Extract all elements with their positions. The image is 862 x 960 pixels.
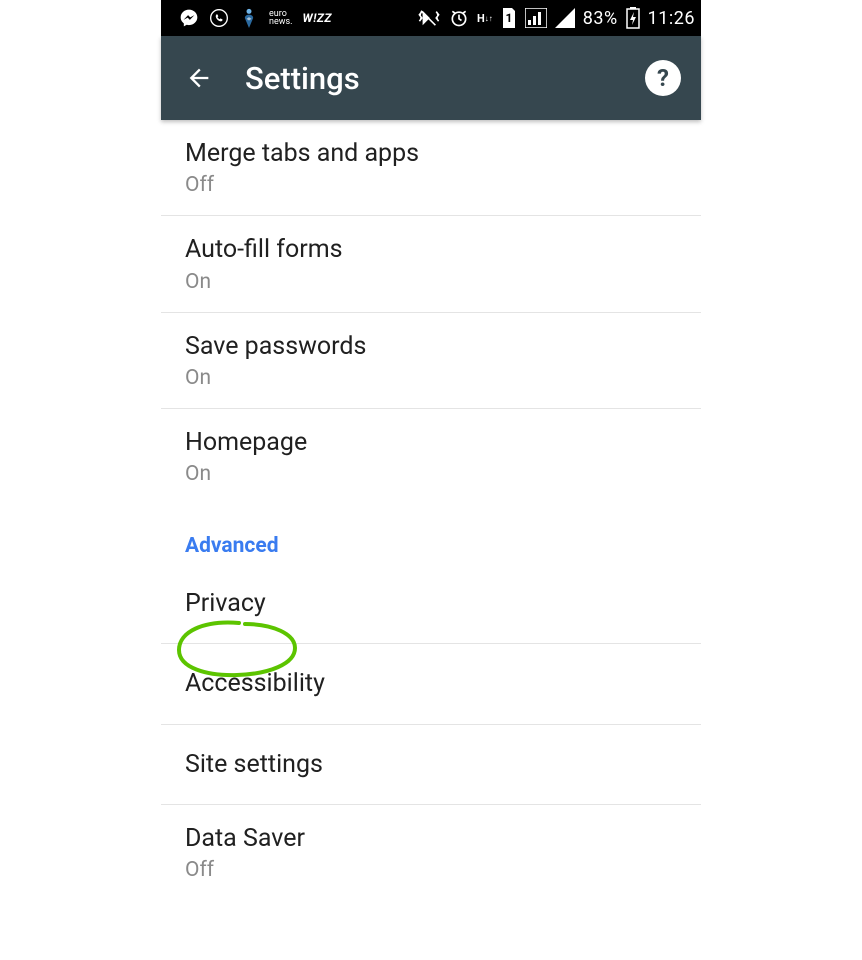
- setting-title: Site settings: [185, 743, 677, 786]
- setting-privacy[interactable]: Privacy: [161, 564, 701, 644]
- setting-value: On: [185, 366, 677, 390]
- setting-accessibility[interactable]: Accessibility: [161, 644, 701, 724]
- battery-percent: 83%: [583, 8, 618, 29]
- h-data-icon: H↓↑: [477, 14, 493, 23]
- app-bar: Settings ?: [161, 36, 701, 120]
- setting-homepage[interactable]: Homepage On: [161, 409, 701, 504]
- arrow-left-icon: [185, 64, 213, 92]
- status-bar: euronews. W!ZZ H↓↑ 1: [161, 0, 701, 36]
- help-button[interactable]: ?: [645, 60, 681, 96]
- setting-data-saver[interactable]: Data Saver Off: [161, 805, 701, 900]
- setting-title: Auto-fill forms: [185, 234, 677, 265]
- setting-title: Privacy: [185, 582, 677, 625]
- messenger-icon: [179, 8, 199, 28]
- setting-site-settings[interactable]: Site settings: [161, 725, 701, 805]
- viber-icon: [209, 8, 229, 28]
- sim1-icon: 1: [501, 8, 517, 28]
- setting-title: Accessibility: [185, 662, 677, 705]
- setting-save-passwords[interactable]: Save passwords On: [161, 313, 701, 409]
- setting-title: Save passwords: [185, 331, 677, 362]
- svg-text:1: 1: [505, 11, 512, 25]
- setting-title: Merge tabs and apps: [185, 138, 677, 169]
- section-header-advanced: Advanced: [161, 504, 701, 564]
- back-button[interactable]: [181, 60, 217, 96]
- setting-autofill-forms[interactable]: Auto-fill forms On: [161, 216, 701, 312]
- maps-person-icon: [239, 7, 259, 29]
- setting-merge-tabs-and-apps[interactable]: Merge tabs and apps Off: [161, 120, 701, 216]
- help-icon: ?: [657, 64, 669, 92]
- clock: 11:26: [648, 8, 695, 29]
- battery-charging-icon: [626, 7, 640, 29]
- setting-value: On: [185, 270, 677, 294]
- settings-list: Merge tabs and apps Off Auto-fill forms …: [161, 120, 701, 900]
- page-title: Settings: [245, 60, 617, 97]
- signal-bars-icon: [555, 8, 575, 28]
- setting-value: Off: [185, 173, 677, 197]
- vibrate-icon: [417, 8, 441, 28]
- wizz-icon: W!ZZ: [303, 11, 332, 25]
- setting-value: Off: [185, 858, 677, 882]
- setting-value: On: [185, 462, 677, 486]
- setting-title: Homepage: [185, 427, 677, 458]
- signal-bars-box-icon: [525, 8, 547, 28]
- setting-title: Data Saver: [185, 823, 677, 854]
- alarm-icon: [449, 8, 469, 28]
- euronews-icon: euronews.: [269, 10, 293, 26]
